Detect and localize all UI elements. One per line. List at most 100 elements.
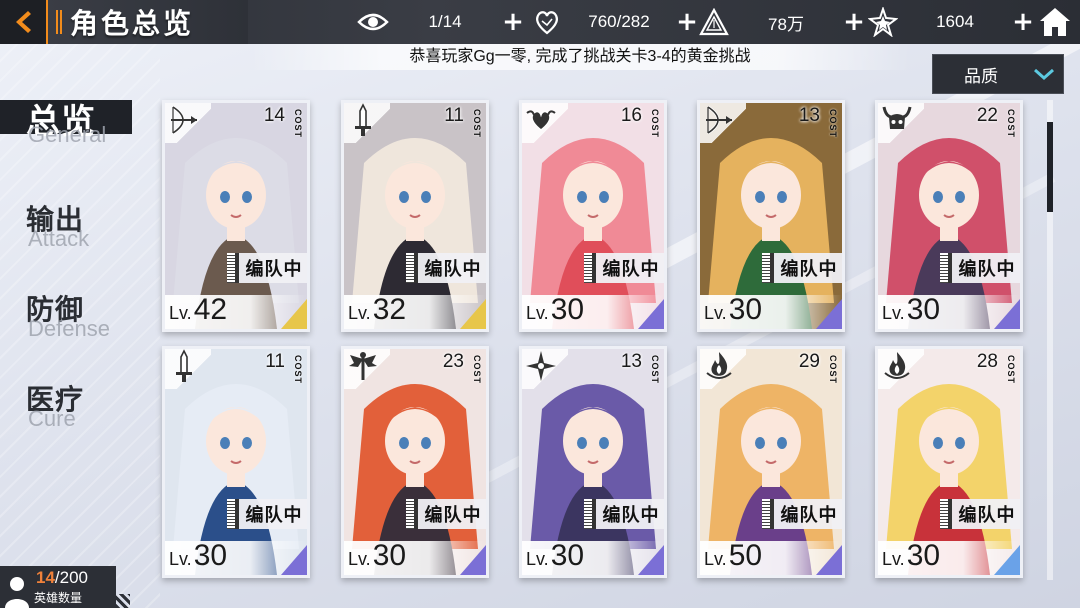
level-display: Lv. 50	[704, 539, 762, 573]
resource-value: 760/282	[588, 12, 650, 31]
horned-skull-icon	[880, 103, 914, 137]
rank-corner	[460, 299, 486, 329]
broadcast-notice: 恭喜玩家Gg一零, 完成了挑战关卡3-4的黄金挑战	[250, 44, 910, 70]
cost-value: 16	[620, 105, 642, 126]
hero-card[interactable]: 11 COST 编队中 Lv. 30	[162, 346, 310, 578]
quality-filter-dropdown[interactable]: 品质	[932, 54, 1064, 94]
hero-card[interactable]: 11 COST 编队中 Lv. 32	[341, 100, 489, 332]
in-team-tag: 编队中	[592, 253, 664, 283]
cost-label: COST	[472, 355, 482, 385]
quality-filter-label: 品质	[964, 66, 998, 87]
tab-general[interactable]: 总览 General	[0, 94, 160, 164]
cost-label: COST	[650, 355, 660, 385]
level-prefix: Lv.	[348, 303, 371, 323]
top-bar: 角色总览 1/14 + 760/282 + 78万 + 1604 +	[0, 0, 1080, 44]
level-display: Lv. 30	[169, 539, 227, 573]
level-prefix: Lv.	[882, 549, 905, 569]
cost-label: COST	[828, 109, 838, 139]
hero-card[interactable]: 28 COST 编队中 Lv. 30	[875, 346, 1023, 578]
hero-card[interactable]: 13 COST 编队中 Lv. 30	[697, 100, 845, 332]
heart-hand-icon	[530, 5, 564, 39]
resource-diamond: 1604 +	[866, 0, 1036, 44]
winged-staff-icon	[346, 349, 380, 383]
level-display: Lv. 42	[169, 293, 227, 327]
hero-card[interactable]: 23 COST 编队中 Lv. 30	[341, 346, 489, 578]
tab-sublabel: Attack	[28, 226, 90, 251]
hero-card[interactable]: 29 COST 编队中 Lv. 50	[697, 346, 845, 578]
barcode-decoration	[762, 253, 770, 283]
cost-label: COST	[1006, 355, 1016, 385]
flame-icon	[702, 349, 736, 383]
cost-label: COST	[472, 109, 482, 139]
heart-wings-icon	[524, 103, 558, 137]
triangle-crystal-icon	[697, 5, 731, 39]
rank-corner	[638, 545, 664, 575]
level-prefix: Lv.	[348, 549, 371, 569]
rank-corner	[994, 299, 1020, 329]
back-button[interactable]	[0, 0, 48, 44]
resource-stamina: 760/282 +	[530, 0, 700, 44]
level-value: 30	[906, 539, 941, 572]
barcode-decoration	[406, 253, 414, 283]
bow-icon	[702, 103, 736, 137]
scrollbar-thumb[interactable]	[1047, 122, 1053, 212]
cost-value: 14	[263, 105, 285, 126]
barcode-decoration	[762, 499, 770, 529]
title-stripe	[56, 10, 62, 34]
cost-value: 13	[620, 351, 642, 372]
tab-defense[interactable]: 防御 Defense	[0, 288, 160, 358]
barcode-decoration	[940, 499, 948, 529]
cost-label: COST	[293, 109, 303, 139]
level-value: 32	[372, 293, 407, 326]
barcode-decoration	[940, 253, 948, 283]
in-team-tag: 编队中	[235, 253, 307, 283]
level-prefix: Lv.	[704, 303, 727, 323]
hero-count-value: 14/200	[36, 568, 88, 588]
level-value: 30	[372, 539, 407, 572]
hero-card[interactable]: 22 COST 编队中 Lv. 30	[875, 100, 1023, 332]
in-team-tag: 编队中	[948, 499, 1020, 529]
sword-icon	[167, 349, 201, 383]
level-value: 30	[906, 293, 941, 326]
resource-value: 1/14	[428, 12, 462, 31]
level-display: Lv. 30	[882, 539, 940, 573]
barcode-decoration	[584, 499, 592, 529]
barcode-decoration	[584, 253, 592, 283]
hero-count-max: /200	[54, 568, 89, 587]
rank-corner	[816, 545, 842, 575]
add-resource-button[interactable]: +	[500, 9, 526, 35]
level-prefix: Lv.	[169, 303, 192, 323]
eye-icon	[356, 5, 390, 39]
hero-count-current: 14	[36, 568, 55, 587]
rank-corner	[816, 299, 842, 329]
in-team-tag: 编队中	[770, 253, 842, 283]
cost-label: COST	[1006, 109, 1016, 139]
home-button[interactable]	[1038, 5, 1072, 39]
cost-value: 23	[442, 351, 464, 372]
resource-value: 1604	[936, 12, 974, 31]
hero-card[interactable]: 13 COST 编队中 Lv. 30	[519, 346, 667, 578]
cost-value: 11	[444, 105, 464, 126]
cost-value: 28	[976, 351, 998, 372]
cost-value: 13	[798, 105, 820, 126]
in-team-tag: 编队中	[414, 253, 486, 283]
level-display: Lv. 30	[704, 293, 762, 327]
add-resource-button[interactable]: +	[1010, 9, 1036, 35]
bow-icon	[167, 103, 201, 137]
in-team-tag: 编队中	[948, 253, 1020, 283]
level-value: 30	[728, 293, 763, 326]
level-display: Lv. 30	[882, 293, 940, 327]
level-prefix: Lv.	[169, 549, 192, 569]
tab-cure[interactable]: 医疗 Cure	[0, 378, 160, 448]
tab-attack[interactable]: 输出 Attack	[0, 198, 160, 268]
back-arrow-icon	[16, 11, 31, 33]
add-resource-button[interactable]: +	[841, 9, 867, 35]
tab-sublabel: Cure	[28, 406, 76, 431]
hero-card[interactable]: 16 COST 编队中 Lv. 30	[519, 100, 667, 332]
in-team-tag: 编队中	[592, 499, 664, 529]
hero-card[interactable]: 14 COST 编队中 Lv. 42	[162, 100, 310, 332]
shuriken-icon	[524, 349, 558, 383]
rank-corner	[281, 299, 307, 329]
level-display: Lv. 30	[526, 293, 584, 327]
home-icon	[1040, 8, 1070, 36]
